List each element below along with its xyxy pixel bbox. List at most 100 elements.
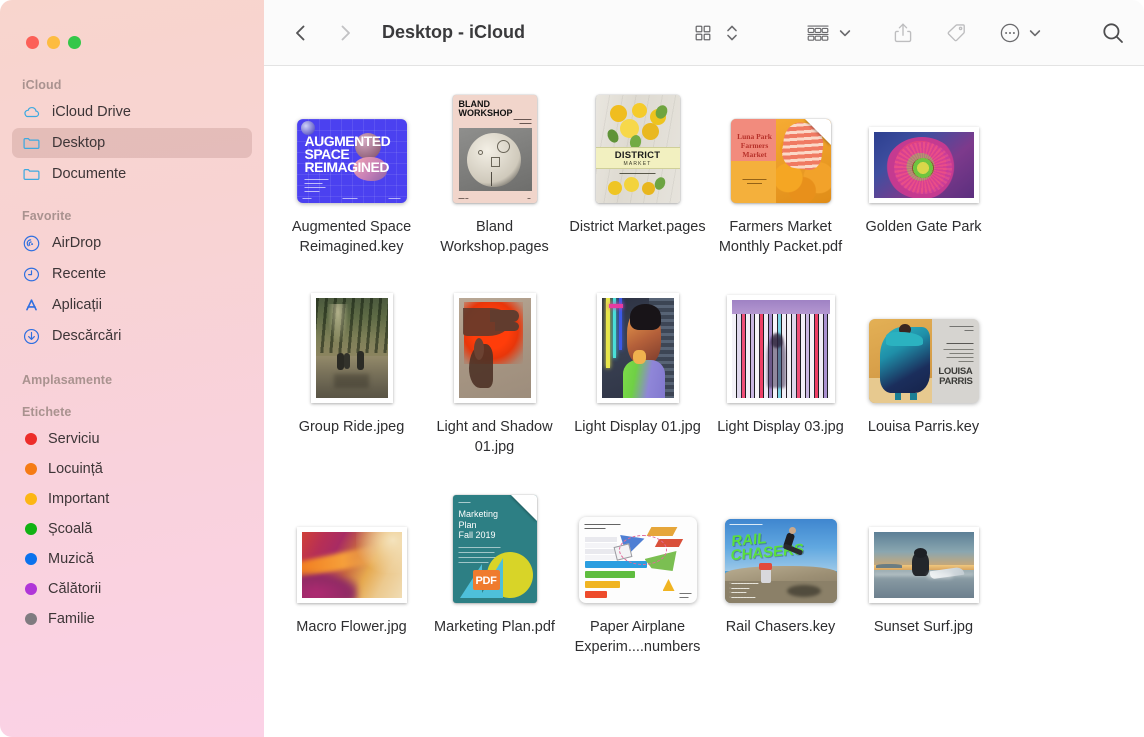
close-button[interactable] (26, 36, 39, 49)
file-item[interactable]: DISTRICT MARKET ▬▬▬▬▬▬▬▬▬▬▬▬ District Ma… (566, 88, 709, 288)
sidebar-item-label: Aplicații (52, 297, 102, 313)
sidebar-item-desktop[interactable]: Desktop (12, 128, 252, 158)
file-item[interactable]: ▬▬▬▬▬▬▬▬▬▬▬▬▬▬▬▬▬▬▬ (566, 488, 709, 688)
finder-window: iCloud iCloud Drive Desktop (0, 0, 1144, 737)
file-thumbnail: Luna Park Farmers Market ▬▬▬▬▬▬▬▬▬▬▬▬▬ (709, 88, 852, 204)
file-thumbnail (852, 88, 995, 204)
file-label: Light Display 01.jpg (568, 417, 707, 437)
ellipsis-circle-icon[interactable] (998, 21, 1022, 45)
sidebar-item-label: Desktop (52, 135, 105, 151)
thumb-text: PARRIS (938, 377, 972, 387)
traffic-lights (0, 0, 264, 58)
sidebar-item-recente[interactable]: Recente (12, 259, 252, 289)
applications-icon (22, 296, 41, 315)
file-item[interactable]: BLAND WORKSHOP ▬▬▬▬▬▬▬▬▬▬ ▬▬ ▬ ▬ (423, 88, 566, 288)
file-label: District Market.pages (568, 217, 707, 237)
minimize-button[interactable] (47, 36, 60, 49)
main-area: Desktop - iCloud (264, 0, 1144, 737)
sidebar-item-label: iCloud Drive (52, 104, 131, 120)
more-controls (998, 21, 1042, 45)
file-item[interactable]: AUGMENTED SPACE REIMAGINED ▬▬▬▬▬▬▬▬▬▬▬▬▬… (280, 88, 423, 288)
file-item[interactable]: Sunset Surf.jpg (852, 488, 995, 688)
file-label: Macro Flower.jpg (282, 617, 421, 637)
sidebar-tag-label: Familie (48, 611, 95, 627)
chevron-left-icon (290, 22, 312, 44)
file-thumbnail: ▬▬▬▬▬▬▬▬▬▬▬▬▬▬▬▬▬▬▬ (566, 488, 709, 604)
forward-button[interactable] (330, 18, 360, 48)
grid-view-icon[interactable] (693, 23, 713, 43)
tag-controls (944, 21, 968, 45)
sidebar-section-favorite: Favorite (0, 203, 264, 227)
file-item[interactable]: Macro Flower.jpg (280, 488, 423, 688)
sidebar-item-icloud-drive[interactable]: iCloud Drive (12, 97, 252, 127)
file-thumbnail: AUGMENTED SPACE REIMAGINED ▬▬▬▬▬▬▬▬▬▬▬▬▬… (280, 88, 423, 204)
file-item[interactable]: Light Display 03.jpg (709, 288, 852, 488)
file-item[interactable]: Group Ride.jpeg (280, 288, 423, 488)
thumb-text: Marketing (459, 509, 499, 520)
file-item[interactable]: ▬▬▬▬▬▬▬▬▬▬▬ ▬▬▬▬▬▬▬▬▬ ▬▬▬▬▬▬▬▬▬▬▬▬▬▬▬▬▬▬… (852, 288, 995, 488)
file-thumbnail: BLAND WORKSHOP ▬▬▬▬▬▬▬▬▬▬ ▬▬ ▬ ▬ (423, 88, 566, 204)
sidebar-item-descarcari[interactable]: Descărcări (12, 321, 252, 351)
sidebar-tag-label: Școală (48, 521, 92, 537)
group-by-icon[interactable] (805, 22, 831, 44)
file-thumbnail (709, 288, 852, 404)
tag-dot-icon (25, 463, 37, 475)
tag-dot-icon (25, 493, 37, 505)
search-icon[interactable] (1100, 20, 1126, 46)
file-label: Group Ride.jpeg (282, 417, 421, 437)
toolbar-right-group (693, 20, 1126, 46)
group-by-controls (805, 22, 852, 44)
sidebar-tag-scoala[interactable]: Școală (12, 514, 252, 543)
folder-icon (22, 134, 41, 153)
clock-icon (22, 265, 41, 284)
file-item[interactable]: ▬▬▬▬ Marketing Plan Fall 2019 ▬▬▬▬▬▬▬▬▬▬… (423, 488, 566, 688)
sidebar-tag-serviciu[interactable]: Serviciu (12, 424, 252, 453)
sidebar-item-documente[interactable]: Documente (12, 159, 252, 189)
thumb-text: MARKET (623, 161, 651, 167)
downloads-icon (22, 327, 41, 346)
chevron-right-icon (334, 22, 356, 44)
chevron-up-down-icon[interactable] (725, 22, 739, 44)
sidebar-item-aplicatii[interactable]: Aplicații (12, 290, 252, 320)
tag-dot-icon (25, 553, 37, 565)
file-item[interactable]: Golden Gate Park (852, 88, 995, 288)
chevron-down-icon[interactable] (838, 26, 852, 40)
zoom-button[interactable] (68, 36, 81, 49)
file-label: Light Display 03.jpg (711, 417, 850, 437)
thumb-text: Luna Park (736, 132, 774, 141)
file-thumbnail (423, 288, 566, 404)
file-item[interactable]: Light Display 01.jpg (566, 288, 709, 488)
file-thumbnail: ▬▬▬▬ Marketing Plan Fall 2019 ▬▬▬▬▬▬▬▬▬▬… (423, 488, 566, 604)
tag-icon[interactable] (944, 21, 968, 45)
file-thumbnail: DISTRICT MARKET ▬▬▬▬▬▬▬▬▬▬▬▬ (566, 88, 709, 204)
file-thumbnail (280, 488, 423, 604)
tag-dot-icon (25, 523, 37, 535)
sidebar-tag-muzica[interactable]: Muzică (12, 544, 252, 573)
file-item[interactable]: ▬▬▬▬▬▬▬▬▬▬▬ RAIL CHASERS ▫ ▬▬▬▬▬▬▬▬▬▫ ▬▬… (709, 488, 852, 688)
file-thumbnail (280, 288, 423, 404)
sidebar-tag-calatorii[interactable]: Călătorii (12, 574, 252, 603)
sidebar-tag-locuinta[interactable]: Locuință (12, 454, 252, 483)
pdf-badge: PDF (476, 575, 497, 587)
share-icon[interactable] (892, 21, 914, 45)
sidebar-item-label: Documente (52, 166, 126, 182)
chevron-down-icon[interactable] (1028, 26, 1042, 40)
file-thumbnail (566, 288, 709, 404)
thumb-text: DISTRICT (615, 150, 660, 161)
file-label: Paper Airplane Experim....numbers (568, 617, 707, 657)
back-button[interactable] (286, 18, 316, 48)
sidebar-item-label: AirDrop (52, 235, 101, 251)
file-label: Golden Gate Park (854, 217, 993, 237)
sidebar-tag-label: Important (48, 491, 109, 507)
file-label: Louisa Parris.key (854, 417, 993, 437)
sidebar-tag-important[interactable]: Important (12, 484, 252, 513)
thumb-text: REIMAGINED (305, 161, 391, 174)
sidebar-tag-familie[interactable]: Familie (12, 604, 252, 633)
tag-dot-icon (25, 613, 37, 625)
window-title: Desktop - iCloud (382, 22, 525, 43)
file-item[interactable]: Light and Shadow 01.jpg (423, 288, 566, 488)
sidebar-item-airdrop[interactable]: AirDrop (12, 228, 252, 258)
thumb-text: Plan (459, 520, 499, 531)
sidebar: iCloud iCloud Drive Desktop (0, 0, 264, 737)
file-item[interactable]: Luna Park Farmers Market ▬▬▬▬▬▬▬▬▬▬▬▬▬ F… (709, 88, 852, 288)
